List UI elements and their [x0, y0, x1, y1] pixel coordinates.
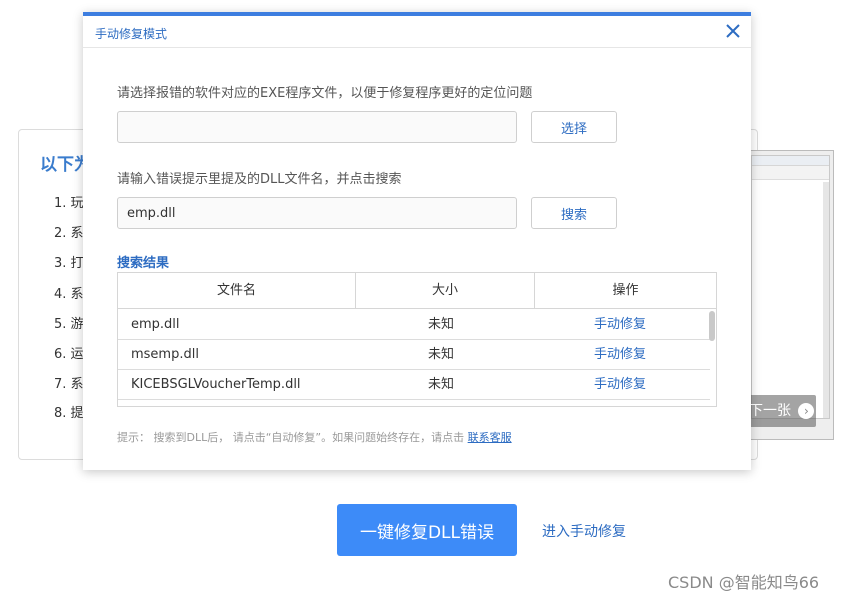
hint-message: 提示： 搜索到DLL后， 请点击“自动修复”。如果问题始终存在，请点击 — [117, 431, 465, 444]
manual-repair-link[interactable]: 手动修复 — [535, 370, 705, 399]
column-header-action: 操作 — [612, 283, 639, 298]
preview-scrollbar — [823, 182, 829, 418]
table-row: msemp.dll 未知 手动修复 — [118, 340, 710, 370]
next-slide-label: 下一张 — [749, 403, 791, 419]
dialog-header: 手动修复模式 — [83, 16, 751, 48]
next-slide-button[interactable]: 下一张 › — [741, 395, 816, 427]
dialog-title: 手动修复模式 — [95, 27, 168, 41]
manual-repair-link[interactable]: 手动修复 — [535, 340, 705, 369]
dll-name-field[interactable] — [117, 197, 517, 229]
preview-titlebar — [752, 156, 829, 166]
results-table: 文件名 大小 操作 emp.dll 未知 手动修复 msemp.dll 未知 手… — [117, 272, 717, 407]
file-size: 未知 — [427, 377, 454, 392]
background-step: 2. 系 — [54, 226, 84, 241]
dll-prompt: 请输入错误提示里提及的DLL文件名，并点击搜索 — [117, 172, 402, 187]
background-step: 8. 提 — [54, 406, 84, 421]
one-click-repair-button[interactable]: 一键修复DLL错误 — [337, 504, 517, 556]
file-name: emp.dll — [131, 317, 180, 332]
table-scrollbar[interactable] — [709, 311, 715, 341]
file-name: msemp.dll — [131, 347, 199, 362]
enter-manual-repair-link[interactable]: 进入手动修复 — [542, 521, 626, 541]
background-step: 6. 运 — [54, 347, 84, 362]
background-step: 1. 玩 — [54, 196, 84, 211]
results-title: 搜索结果 — [117, 256, 170, 271]
background-step: 5. 游 — [54, 317, 84, 332]
manual-repair-link[interactable]: 手动修复 — [535, 310, 705, 339]
background-step: 7. 系 — [54, 377, 84, 392]
manual-repair-dialog: 手动修复模式 请选择报错的软件对应的EXE程序文件，以便于修复程序更好的定位问题… — [83, 12, 751, 470]
preview-window — [751, 155, 830, 419]
select-button[interactable]: 选择 — [531, 111, 617, 143]
table-row: KICEBSGLVoucherTemp.dll 未知 手动修复 — [118, 370, 710, 400]
exe-prompt: 请选择报错的软件对应的EXE程序文件，以便于修复程序更好的定位问题 — [117, 86, 533, 101]
table-header: 文件名 大小 操作 — [118, 273, 716, 309]
exe-path-field[interactable] — [117, 111, 517, 143]
watermark: CSDN @智能知鸟66 — [668, 573, 820, 592]
file-size: 未知 — [427, 317, 454, 332]
column-header-size: 大小 — [356, 273, 535, 308]
file-name: KICEBSGLVoucherTemp.dll — [131, 377, 301, 392]
hint-text: 提示： 搜索到DLL后， 请点击“自动修复”。如果问题始终存在，请点击 联系客服 — [117, 429, 512, 445]
background-step: 3. 打 — [54, 256, 84, 271]
table-row: emp.dll 未知 手动修复 — [118, 310, 710, 340]
column-header-filename: 文件名 — [118, 273, 356, 308]
background-title: 以下为 — [40, 155, 88, 175]
chevron-right-icon: › — [798, 403, 815, 419]
preview-toolbar — [752, 166, 829, 180]
search-button[interactable]: 搜索 — [531, 197, 617, 229]
background-step: 4. 系 — [54, 287, 84, 302]
contact-support-link[interactable]: 联系客服 — [468, 431, 512, 444]
file-size: 未知 — [427, 347, 454, 362]
close-icon[interactable] — [724, 22, 742, 40]
